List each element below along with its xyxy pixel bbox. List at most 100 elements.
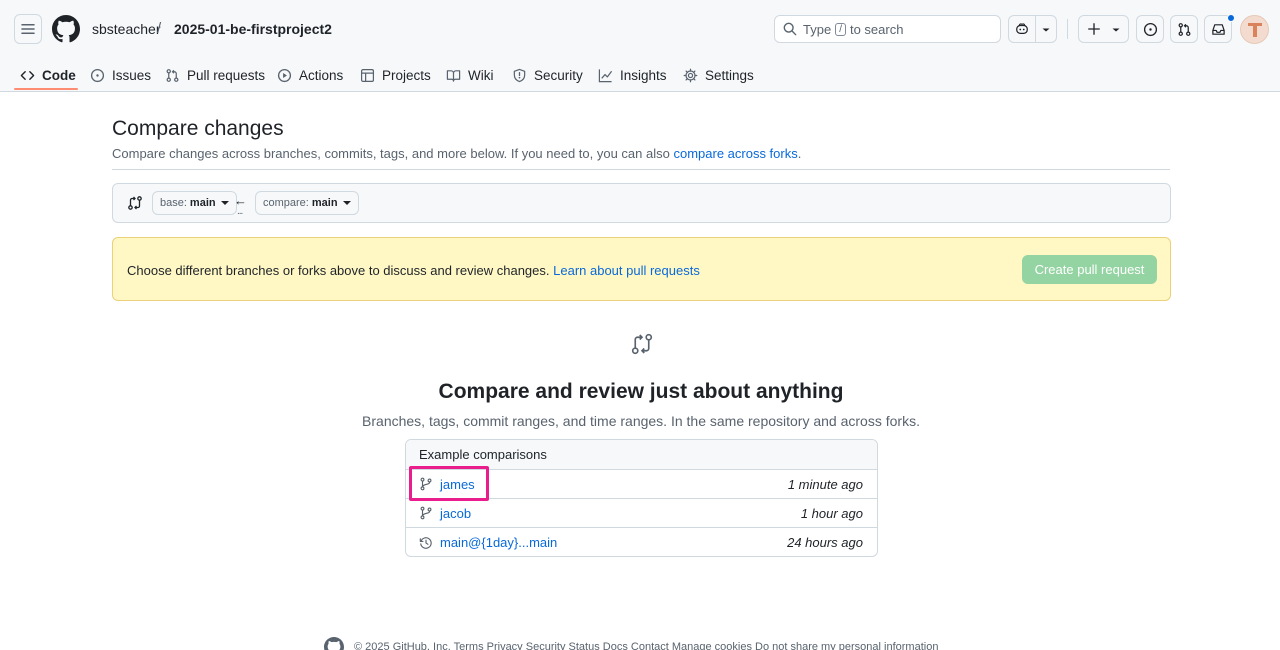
github-logo-icon[interactable] <box>52 15 80 43</box>
compare-prefix: compare: <box>263 197 309 209</box>
example-row-main-1day[interactable]: main@{1day}...main 24 hours ago <box>406 528 877 556</box>
breadcrumb-owner[interactable]: sbsteacher <box>92 21 160 37</box>
examples-header: Example comparisons <box>406 440 877 470</box>
description-end: . <box>797 146 802 161</box>
range-dots: ... <box>237 206 243 217</box>
tab-insights[interactable]: Insights <box>598 62 667 88</box>
user-avatar[interactable] <box>1240 15 1269 44</box>
search-shortcut-key: / <box>835 22 846 36</box>
repo-nav: Code Issues Pull requests Actions Projec… <box>0 58 1280 92</box>
blankslate-title: Compare and review just about anything <box>438 380 844 403</box>
chevron-down-icon <box>1112 28 1120 32</box>
tab-label: Issues <box>112 67 152 83</box>
compare-branch-name: main <box>311 197 338 209</box>
page-footer: © 2025 GitHub, Inc. Terms Privacy Securi… <box>324 637 938 650</box>
flash-message: Choose different branches or forks above… <box>127 263 700 278</box>
example-link[interactable]: james <box>440 477 475 492</box>
example-time: 1 hour ago <box>800 506 863 521</box>
tab-settings[interactable]: Settings <box>683 62 754 88</box>
example-row-james[interactable]: james 1 minute ago <box>406 470 877 499</box>
graph-icon <box>598 68 613 82</box>
global-bar: sbsteacher / 2025-01-be-firstproject2 Ty… <box>0 0 1280 58</box>
book-icon <box>446 69 461 82</box>
play-icon <box>277 68 292 82</box>
gear-icon <box>683 68 698 82</box>
tab-label: Wiki <box>468 67 494 83</box>
history-icon <box>419 536 432 549</box>
git-pull-request-icon <box>166 68 179 82</box>
search-placeholder-post: to search <box>849 21 904 37</box>
blankslate-description: Branches, tags, commit ranges, and time … <box>362 413 920 429</box>
copilot-icon <box>1016 23 1028 34</box>
git-pull-request-icon <box>1178 22 1190 36</box>
tab-label: Settings <box>705 67 754 83</box>
footer-links[interactable]: © 2025 GitHub, Inc. Terms Privacy Securi… <box>354 641 938 650</box>
code-icon <box>20 70 35 80</box>
base-branch-name: main <box>189 197 216 209</box>
unread-indicator <box>1227 14 1235 22</box>
plus-icon <box>1088 23 1100 35</box>
search-input[interactable]: Type / to search <box>774 15 1001 43</box>
page-title: Compare changes <box>112 117 284 140</box>
table-icon <box>360 68 375 82</box>
selected-tab-indicator <box>14 88 78 90</box>
git-compare-icon <box>128 196 142 210</box>
search-placeholder-pre: Type <box>803 21 832 37</box>
info-flash: Choose different branches or forks above… <box>112 237 1171 301</box>
caret-down-icon <box>220 201 229 205</box>
base-branch-select[interactable]: base: main <box>152 191 237 215</box>
example-time: 1 minute ago <box>787 477 863 492</box>
header-divider <box>1067 19 1068 39</box>
create-new-button[interactable] <box>1078 15 1129 43</box>
example-comparisons: Example comparisons james 1 minute ago j… <box>405 439 878 557</box>
your-issues-button[interactable] <box>1136 15 1164 43</box>
tab-actions[interactable]: Actions <box>277 62 343 88</box>
description-text: Compare changes across branches, commits… <box>112 146 674 161</box>
issue-opened-icon <box>1143 22 1157 36</box>
compare-branch-select[interactable]: compare: main <box>255 191 359 215</box>
git-compare-icon <box>631 333 653 355</box>
tab-label: Actions <box>299 67 344 83</box>
git-branch-icon <box>420 477 432 491</box>
your-pull-requests-button[interactable] <box>1170 15 1198 43</box>
open-menu-button[interactable] <box>14 14 42 44</box>
breadcrumb-separator: / <box>157 20 162 37</box>
shield-icon <box>513 68 526 82</box>
tab-label: Pull requests <box>187 67 266 83</box>
create-pull-request-button[interactable]: Create pull request <box>1022 255 1157 284</box>
example-time: 24 hours ago <box>787 535 863 550</box>
title-divider <box>112 169 1170 170</box>
caret-down-icon <box>342 201 351 205</box>
tab-label: Insights <box>620 67 667 83</box>
avatar-identicon <box>1247 22 1262 37</box>
example-row-jacob[interactable]: jacob 1 hour ago <box>406 499 877 528</box>
tab-code[interactable]: Code <box>20 62 76 88</box>
github-mark-icon <box>324 637 344 650</box>
breadcrumb-repo[interactable]: 2025-01-be-firstproject2 <box>174 21 332 37</box>
tab-security[interactable]: Security <box>512 62 583 88</box>
compare-across-forks-link[interactable]: compare across forks <box>673 146 797 161</box>
git-branch-icon <box>420 506 432 520</box>
tab-issues[interactable]: Issues <box>90 62 151 88</box>
copilot-button[interactable] <box>1008 15 1057 43</box>
example-link[interactable]: jacob <box>440 506 471 521</box>
app-header: sbsteacher / 2025-01-be-firstproject2 Ty… <box>0 0 1280 92</box>
example-link[interactable]: main@{1day}...main <box>440 535 557 550</box>
tab-label: Security <box>534 67 583 83</box>
search-icon <box>783 22 797 36</box>
issue-opened-icon <box>90 68 105 82</box>
button-divider <box>1035 16 1036 42</box>
chevron-down-icon[interactable] <box>1041 26 1051 34</box>
inbox-icon <box>1211 23 1225 35</box>
hamburger-icon <box>21 24 35 34</box>
tab-pull-requests[interactable]: Pull requests <box>165 62 265 88</box>
tab-projects[interactable]: Projects <box>360 62 431 88</box>
page-description: Compare changes across branches, commits… <box>112 146 801 161</box>
tab-label: Code <box>42 67 76 83</box>
base-prefix: base: <box>160 197 187 209</box>
range-editor: base: main ← ... compare: main <box>112 183 1171 223</box>
tab-label: Projects <box>382 67 431 83</box>
learn-about-pull-requests-link[interactable]: Learn about pull requests <box>553 263 700 278</box>
flash-text: Choose different branches or forks above… <box>127 263 554 278</box>
tab-wiki[interactable]: Wiki <box>446 62 494 88</box>
